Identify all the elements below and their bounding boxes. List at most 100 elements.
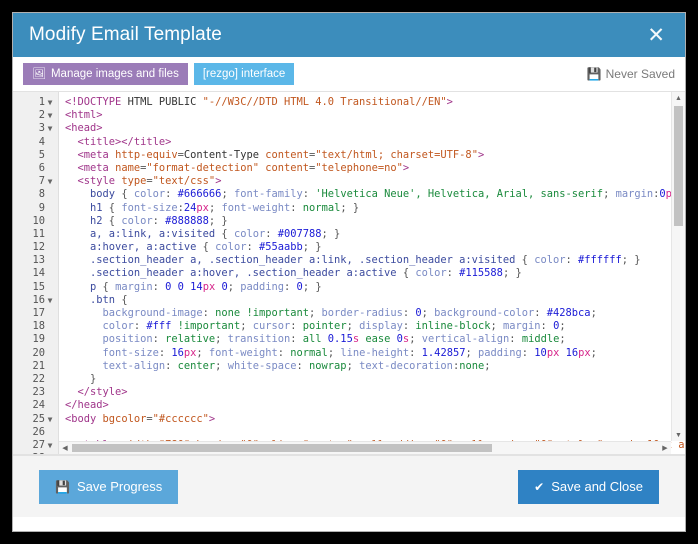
code-line[interactable]: h2 { color: #888888; } <box>65 215 685 228</box>
fold-toggle-icon[interactable]: ▼ <box>45 96 55 109</box>
code-line[interactable]: .btn { <box>65 294 685 307</box>
fold-toggle-icon[interactable]: ▼ <box>45 109 55 122</box>
scroll-left-arrow-icon[interactable]: ◀ <box>59 442 71 454</box>
code-line[interactable]: p { margin: 0 0 14px 0; padding: 0; } <box>65 281 685 294</box>
code-token: { <box>196 241 216 254</box>
code-token: #115588 <box>459 267 503 280</box>
rezgo-interface-button[interactable]: [rezgo] interface <box>193 63 295 85</box>
gutter-line: 5▼ <box>13 149 58 162</box>
code-token: : <box>565 254 578 267</box>
close-icon[interactable]: ✕ <box>641 23 671 48</box>
gutter-line: 7 ▼ <box>13 175 58 188</box>
code-token: ; <box>346 359 360 372</box>
code-token: ; <box>490 320 503 333</box>
code-token: ; <box>240 320 253 333</box>
code-editor-container[interactable]: 1▼2▼3▼4▼5▼6▼7▼8▼9▼10▼11▼12▼13▼14▼15▼16▼1… <box>13 92 685 455</box>
manage-images-and-files-button[interactable]: 🖼 Manage images and files <box>23 63 188 85</box>
code-token: 1.42857 <box>421 346 466 359</box>
code-token: 0.15 <box>327 333 353 346</box>
code-token: : <box>152 333 166 346</box>
fold-toggle-icon[interactable]: ▼ <box>45 294 55 307</box>
dialog-title: Modify Email Template <box>29 24 222 45</box>
code-token: color <box>415 267 447 280</box>
code-token: ; } <box>302 280 322 293</box>
fold-toggle-icon[interactable]: ▼ <box>45 122 55 135</box>
code-token: px <box>578 346 591 359</box>
code-token: : <box>409 346 422 359</box>
code-token: #428bca <box>546 307 591 319</box>
code-token: ; } <box>302 241 322 254</box>
code-line[interactable]: background-image: none !important; borde… <box>65 307 685 320</box>
vertical-scroll-thumb[interactable] <box>674 106 683 226</box>
code-line[interactable]: .section_header a:hover, .section_header… <box>65 267 685 280</box>
code-token: vertical-align <box>421 333 510 346</box>
fold-toggle-icon[interactable]: ▼ <box>45 439 55 452</box>
code-line[interactable]: <head> <box>65 122 685 135</box>
code-token: font-size <box>102 346 159 359</box>
code-token: .btn <box>90 293 116 306</box>
code-line[interactable]: <style type="text/css"> <box>65 175 685 188</box>
scroll-right-arrow-icon[interactable]: ▶ <box>659 442 671 454</box>
code-line[interactable]: font-size: 16px; font-weight: normal; li… <box>65 347 685 360</box>
code-token: 24 <box>183 201 197 214</box>
code-content[interactable]: <!DOCTYPE HTML PUBLIC "-//W3C//DTD HTML … <box>59 92 685 454</box>
code-line[interactable]: body { color: #666666; font-family: 'Hel… <box>65 188 685 201</box>
line-number: 6 <box>38 161 45 174</box>
code-line[interactable]: position: relative; transition: all 0.15… <box>65 333 685 346</box>
code-token: HTML PUBLIC <box>127 96 203 108</box>
scroll-up-arrow-icon[interactable]: ▲ <box>672 92 685 104</box>
code-token: #fff <box>146 320 172 333</box>
code-token: : <box>165 359 178 372</box>
code-line[interactable]: color: #fff !important; cursor: pointer;… <box>65 320 685 333</box>
code-line[interactable]: a, a:link, a:visited { color: #007788; } <box>65 228 685 241</box>
code-token: ; } <box>208 214 228 227</box>
scroll-down-arrow-icon[interactable]: ▼ <box>672 429 685 441</box>
never-saved-status: 💾 Never Saved <box>587 67 675 81</box>
code-token: Content-Type <box>183 148 259 161</box>
code-line[interactable]: text-align: center; white-space: nowrap;… <box>65 360 685 373</box>
horizontal-scroll-thumb[interactable] <box>72 444 492 452</box>
save-progress-button[interactable]: 💾 Save Progress <box>39 469 179 504</box>
code-token: </style> <box>77 386 128 399</box>
code-line[interactable]: .section_header a, .section_header a:lin… <box>65 254 685 267</box>
code-line[interactable]: </style> <box>65 386 685 399</box>
code-line[interactable]: <meta http-equiv=Content-Type content="t… <box>65 149 685 162</box>
gutter-line: 2 ▼ <box>13 109 58 122</box>
code-line[interactable]: <meta name="format-detection" content="t… <box>65 162 685 175</box>
code-token: ease <box>365 333 391 346</box>
editor-horizontal-scrollbar[interactable]: ◀ ▶ <box>59 441 671 454</box>
code-line[interactable]: <title></title> <box>65 136 685 149</box>
code-token: : <box>521 346 535 359</box>
fold-toggle-icon[interactable]: ▼ <box>45 452 55 454</box>
gutter-line: 10▼ <box>13 215 58 228</box>
code-editor[interactable]: 1▼2▼3▼4▼5▼6▼7▼8▼9▼10▼11▼12▼13▼14▼15▼16▼1… <box>13 92 685 454</box>
line-number: 20 <box>32 346 45 359</box>
code-token: { <box>215 227 234 240</box>
gutter-line: 25 ▼ <box>13 413 58 426</box>
code-line[interactable]: h1 { font-size:24px; font-weight: normal… <box>65 202 685 215</box>
editor-vertical-scrollbar[interactable]: ▲ ▼ <box>671 92 685 441</box>
code-token: display <box>359 320 403 333</box>
floppy-disk-icon: 💾 <box>55 479 70 494</box>
code-line[interactable] <box>65 426 685 439</box>
code-line[interactable]: </head> <box>65 399 685 412</box>
save-progress-label: Save Progress <box>76 479 163 494</box>
save-and-close-button[interactable]: ✔ Save and Close <box>518 469 659 504</box>
fold-toggle-icon[interactable]: ▼ <box>45 175 55 188</box>
code-line[interactable]: <!DOCTYPE HTML PUBLIC "-//W3C//DTD HTML … <box>65 96 685 109</box>
code-token: 10 <box>534 346 547 359</box>
fold-toggle-icon[interactable]: ▼ <box>45 413 55 426</box>
code-line[interactable]: a:hover, a:active { color: #55aabb; } <box>65 241 685 254</box>
code-token: > <box>402 161 410 174</box>
code-token: margin <box>615 188 654 201</box>
code-line[interactable]: } <box>65 373 685 386</box>
code-line[interactable]: <html> <box>65 109 685 122</box>
code-line[interactable]: <body bgcolor="#cccccc"> <box>65 413 685 426</box>
